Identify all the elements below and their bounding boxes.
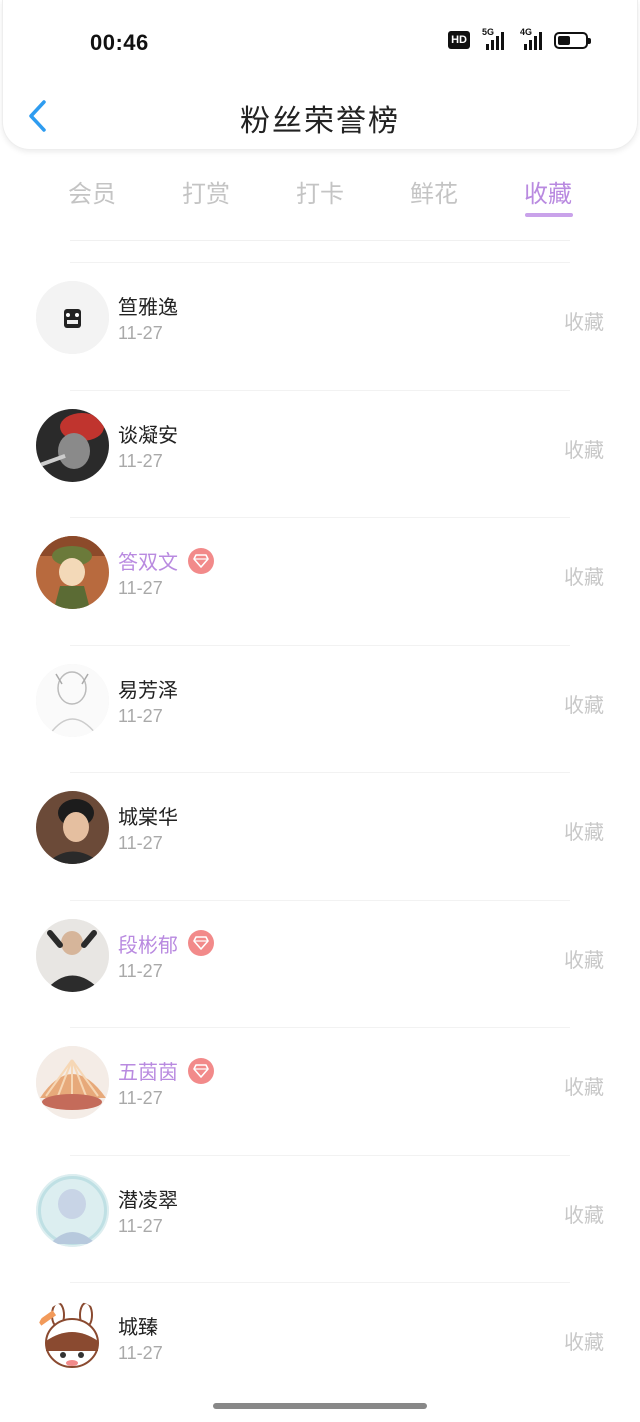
diamond-badge-icon <box>188 547 214 574</box>
list-item[interactable]: 城棠华 11-27 收藏 <box>36 772 604 900</box>
list-item[interactable]: 笪雅逸 11-27 收藏 <box>36 262 604 390</box>
tab-member[interactable]: 会员 <box>36 168 148 224</box>
favorite-label: 收藏 <box>564 310 604 334</box>
signal-5g-icon: 5G <box>478 27 508 50</box>
user-name: 答双文 <box>118 546 214 575</box>
list-item[interactable]: 城臻 11-27 收藏 <box>36 1282 604 1410</box>
favorite-label: 收藏 <box>564 437 604 462</box>
network-4g-label: 4G <box>520 27 533 37</box>
divider <box>70 240 570 241</box>
avatar <box>36 791 109 864</box>
status-icons: HD 5G 4G <box>448 27 591 50</box>
favorite-date: 11-27 <box>118 578 163 598</box>
avatar <box>36 1046 109 1119</box>
nav-bar: 粉丝荣誉榜 <box>0 90 640 144</box>
tab-favorite[interactable]: 收藏 <box>492 168 604 224</box>
avatar <box>36 663 109 737</box>
avatar <box>36 918 109 992</box>
tab-reward[interactable]: 打赏 <box>150 168 262 224</box>
favorite-label: 收藏 <box>564 1202 604 1227</box>
network-5g-label: 5G <box>482 27 495 37</box>
favorite-label: 收藏 <box>564 565 604 589</box>
avatar <box>36 1173 109 1247</box>
favorite-date: 11-27 <box>118 323 163 343</box>
list-item[interactable]: 易芳泽 11-27 收藏 <box>36 644 604 773</box>
user-name: 段彬郁 <box>118 929 214 958</box>
list-item[interactable]: 段彬郁 11-27 收藏 <box>36 899 604 1028</box>
favorite-label: 收藏 <box>564 947 604 972</box>
user-name: 笪雅逸 <box>118 295 178 319</box>
screen: 00:46 HD 5G 4G 粉丝荣誉榜 会员 打赏 打卡 鲜花 收藏 笪雅逸 … <box>0 0 640 1422</box>
tab-active-indicator <box>525 213 573 217</box>
avatar <box>36 408 109 482</box>
favorite-label: 收藏 <box>564 692 604 717</box>
avatar <box>36 281 109 354</box>
home-indicator[interactable] <box>213 1403 427 1409</box>
user-name: 谈凝安 <box>118 422 178 447</box>
avatar <box>36 1301 109 1374</box>
list-item[interactable]: 五茵茵 11-27 收藏 <box>36 1027 604 1155</box>
favorite-date: 11-27 <box>118 1088 163 1108</box>
battery-icon <box>554 31 591 49</box>
tab-label: 打赏 <box>182 180 230 208</box>
favorite-date: 11-27 <box>118 450 163 471</box>
favorite-label: 收藏 <box>564 820 604 844</box>
favorite-date: 11-27 <box>118 960 163 981</box>
avatar <box>36 536 109 609</box>
diamond-badge-icon <box>188 1057 214 1084</box>
list-item[interactable]: 谈凝安 11-27 收藏 <box>36 389 604 518</box>
tab-checkin[interactable]: 打卡 <box>264 168 376 224</box>
favorite-date: 11-27 <box>118 1343 163 1363</box>
hd-icon: HD <box>448 31 470 49</box>
status-time: 00:46 <box>90 30 149 55</box>
user-name: 潜凌翠 <box>118 1187 178 1212</box>
diamond-badge-icon <box>188 930 214 956</box>
status-bar: 00:46 HD 5G 4G <box>0 26 640 60</box>
tab-label: 打卡 <box>296 180 344 208</box>
tab-bar: 会员 打赏 打卡 鲜花 收藏 <box>36 168 604 224</box>
favorite-label: 收藏 <box>564 1075 604 1099</box>
list-item[interactable]: 答双文 11-27 收藏 <box>36 517 604 645</box>
user-name: 易芳泽 <box>118 677 178 702</box>
fan-list: 笪雅逸 11-27 收藏 谈凝安 11-27 收藏 答双文 11-27 收藏 易… <box>0 262 640 1410</box>
signal-4g-icon: 4G <box>516 27 546 50</box>
favorite-date: 11-27 <box>118 1215 163 1236</box>
user-name: 五茵茵 <box>118 1056 214 1085</box>
page-title: 粉丝荣誉榜 <box>240 104 400 139</box>
user-name: 城臻 <box>118 1315 158 1339</box>
tab-label: 收藏 <box>524 180 572 208</box>
user-name: 城棠华 <box>118 805 178 829</box>
tab-flower[interactable]: 鲜花 <box>378 168 490 224</box>
favorite-date: 11-27 <box>118 833 163 853</box>
tab-label: 会员 <box>68 180 116 208</box>
tab-label: 鲜花 <box>410 180 458 208</box>
list-item[interactable]: 潜凌翠 11-27 收藏 <box>36 1154 604 1283</box>
favorite-date: 11-27 <box>118 705 163 726</box>
favorite-label: 收藏 <box>564 1330 604 1354</box>
